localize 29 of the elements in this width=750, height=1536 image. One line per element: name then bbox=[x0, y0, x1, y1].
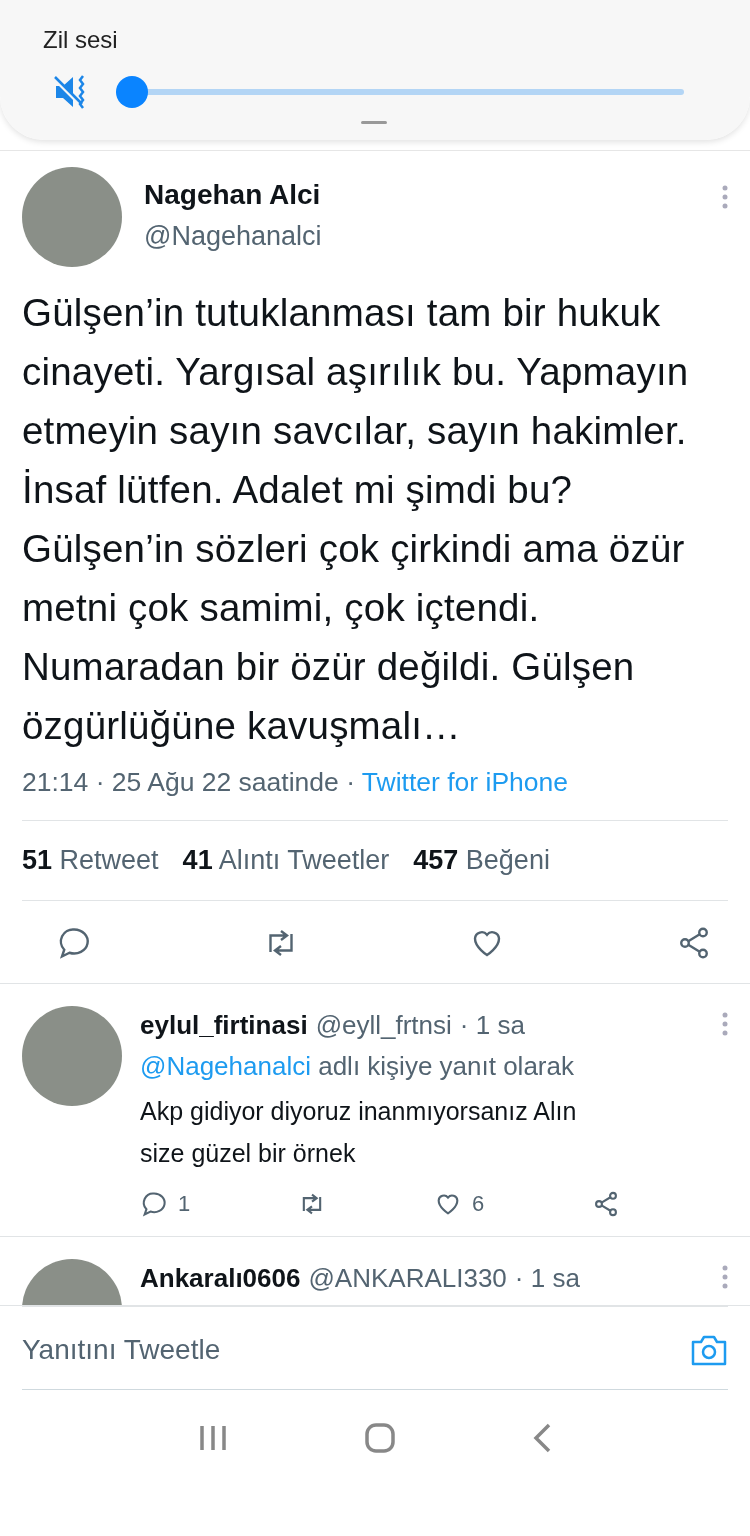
user-name[interactable]: Nagehan Alci bbox=[144, 179, 700, 211]
home-icon[interactable] bbox=[365, 1423, 395, 1453]
recent-apps-icon[interactable] bbox=[198, 1425, 229, 1451]
reply-count: 1 bbox=[178, 1191, 191, 1217]
share-icon[interactable] bbox=[592, 1190, 620, 1218]
stat-count[interactable]: 41 Alıntı Tweetler bbox=[182, 845, 390, 876]
more-icon[interactable] bbox=[722, 1012, 728, 1036]
more-icon[interactable] bbox=[722, 1265, 728, 1289]
user-handle[interactable]: @Nagehanalci bbox=[144, 221, 700, 252]
tweet-text: Gülşen’in tutuklanması tam bir hukuk cinayeti. Yargısal aşırılık bu. Yapmayın etmeyin sayın savcılar, sayın hakimler. İnsaf lütfen. Adalet mi şimdi bu?Gülşen’in sözleri çok çirkindi ama özür metni çok samimi, çok içtendi. Numaradan bir özür değildi. Gülşen özgürlüğüne kavuşmalı… bbox=[22, 290, 690, 749]
user-handle[interactable]: @eyll_frtnsi bbox=[315, 1010, 452, 1041]
back-icon[interactable] bbox=[531, 1423, 552, 1453]
volume-label: Zil sesi bbox=[43, 26, 118, 54]
user-name[interactable]: eylul_firtinasi bbox=[140, 1010, 308, 1041]
reply-time: · 1 sa bbox=[459, 1010, 525, 1041]
tweet-timestamp: 21:14 · 25 Ağu 22 saatinde · bbox=[22, 767, 356, 797]
reply-time: · 1 sa bbox=[514, 1263, 580, 1294]
like-count: 6 bbox=[471, 1191, 485, 1217]
stat-count[interactable]: 51 Retweet bbox=[22, 845, 159, 876]
volume-slider[interactable] bbox=[116, 76, 684, 108]
more-icon[interactable] bbox=[722, 185, 728, 209]
reply-icon[interactable] bbox=[140, 1190, 168, 1218]
user-name[interactable]: Ankaralı0606 bbox=[140, 1263, 301, 1294]
reply-context: adlı kişiye yanıt olarak bbox=[318, 1051, 574, 1081]
camera-icon[interactable] bbox=[690, 1333, 728, 1367]
reply-text: Akp gidiyor diyoruz inanmıyorsanız Alın size güzel bir örnek bbox=[140, 1096, 578, 1169]
user-handle[interactable]: @ANKARALI330 bbox=[308, 1263, 507, 1294]
stat-count[interactable]: 457 Beğeni bbox=[413, 845, 550, 876]
reply-input-field[interactable]: Yanıtını Tweetle bbox=[22, 1334, 674, 1366]
